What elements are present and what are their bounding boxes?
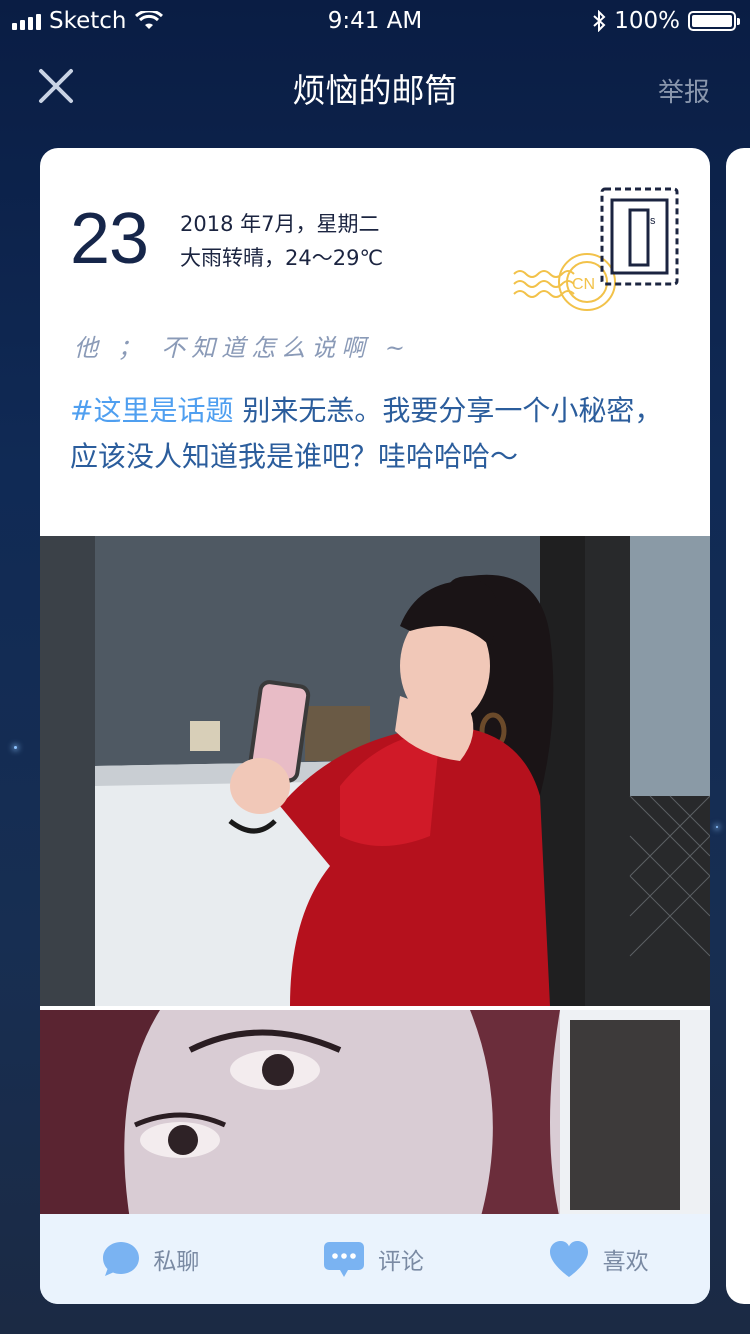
report-button[interactable]: 举报 (658, 72, 710, 109)
weather-text: 大雨转晴，24～29℃ (180, 246, 384, 270)
status-bar: Sketch 9:41 AM 100% (0, 0, 750, 44)
letter-card: 23 2018 年7月，星期二 大雨转晴，24～29℃ CN s 他 ； 不知道… (40, 148, 710, 1304)
stamp-letter: s (650, 215, 656, 227)
post-photo[interactable] (40, 536, 710, 1006)
next-card-peek[interactable] (726, 148, 750, 1304)
star-decoration (14, 746, 17, 749)
selfie-photo (40, 536, 710, 1006)
bluetooth-icon (593, 10, 606, 32)
page-title: 烦恼的邮筒 (292, 71, 458, 110)
battery-percent: 100% (614, 8, 680, 34)
date-text: 2018 年7月，星期二 (180, 212, 380, 236)
postmark-text: CN (572, 276, 595, 293)
chat-bubble-icon (103, 1242, 140, 1276)
post-text: #这里是话题 别来无恙。我要分享一个小秘密，应该没人知道我是谁吧？哇哈哈哈～ (70, 388, 690, 480)
post-photo[interactable] (40, 1010, 710, 1220)
comment-button[interactable]: 评论 (322, 1239, 424, 1279)
battery-icon (688, 11, 740, 31)
star-decoration (716, 826, 718, 828)
heart-icon (549, 1241, 588, 1277)
private-chat-button[interactable]: 私聊 (101, 1239, 199, 1279)
like-button[interactable]: 喜欢 (547, 1239, 649, 1279)
nav-bar: 烦恼的邮筒 举报 (0, 54, 750, 118)
private-chat-label: 私聊 (153, 1249, 200, 1275)
handwritten-line: 他 ； 不知道怎么说啊 ~ (74, 334, 411, 362)
comment-label: 评论 (377, 1249, 424, 1275)
comment-icon (323, 1242, 364, 1277)
date-day: 23 (70, 199, 149, 279)
like-label: 喜欢 (602, 1249, 649, 1275)
topic-hashtag[interactable]: #这里是话题 (70, 394, 233, 427)
closeup-photo (40, 1010, 710, 1220)
stamp-icon: CN s (513, 187, 679, 311)
action-bar: 私聊 评论 喜欢 (40, 1214, 710, 1304)
